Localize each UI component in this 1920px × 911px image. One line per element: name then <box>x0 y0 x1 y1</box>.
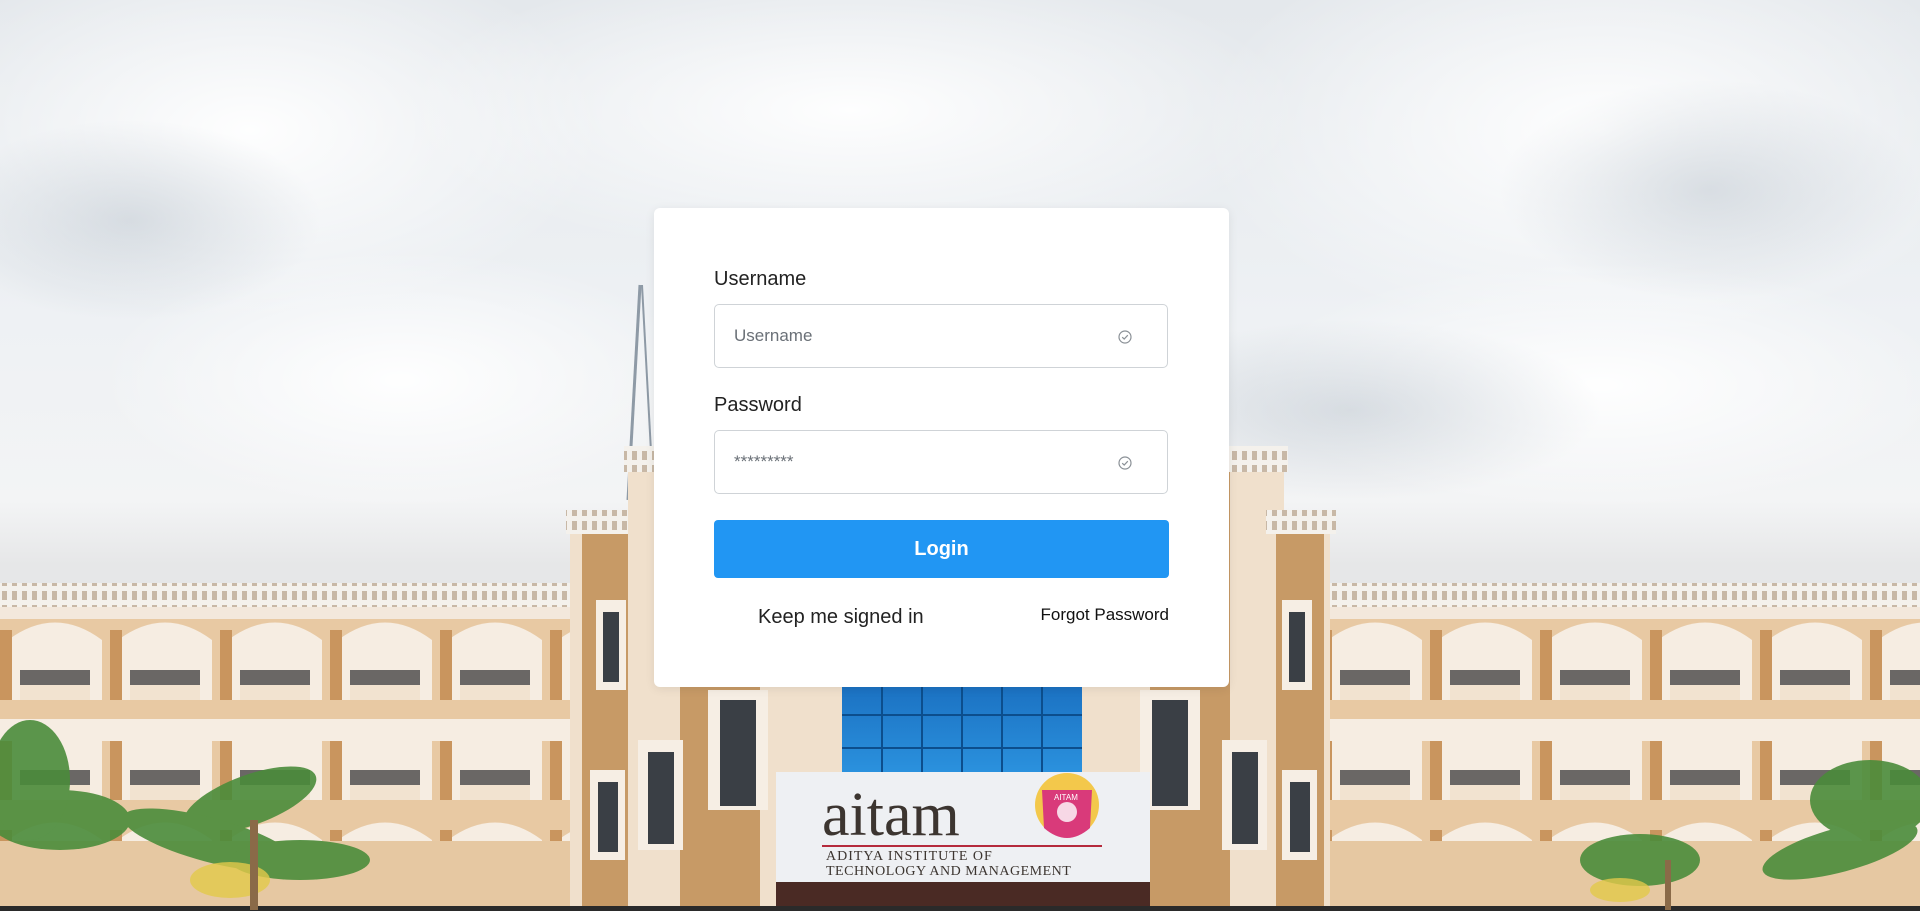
password-label: Password <box>714 394 802 416</box>
keep-signed-in-checkbox-label[interactable]: Keep me signed in <box>758 606 924 629</box>
username-label: Username <box>714 268 807 290</box>
forgot-password-link[interactable]: Forgot Password <box>1041 605 1170 625</box>
sign-institute-line1: ADITYA INSTITUTE OF <box>826 849 993 864</box>
username-input[interactable] <box>715 305 1167 367</box>
login-page: aitam ADITYA INSTITUTE OF TECHNOLOGY AND… <box>0 0 1920 911</box>
password-input[interactable] <box>715 431 1167 493</box>
check-circle-icon <box>1118 330 1132 344</box>
username-field-wrapper <box>714 304 1168 368</box>
sign-logo-text: aitam <box>822 781 960 849</box>
svg-text:AITAM: AITAM <box>1054 793 1078 802</box>
password-field-wrapper <box>714 430 1168 494</box>
check-circle-icon <box>1118 456 1132 470</box>
institute-emblem: AITAM <box>1035 773 1099 838</box>
login-button[interactable]: Login <box>714 520 1169 578</box>
login-card: Username Password Login Keep me signed i… <box>654 208 1229 687</box>
sign-institute-line2: TECHNOLOGY AND MANAGEMENT <box>826 864 1071 879</box>
